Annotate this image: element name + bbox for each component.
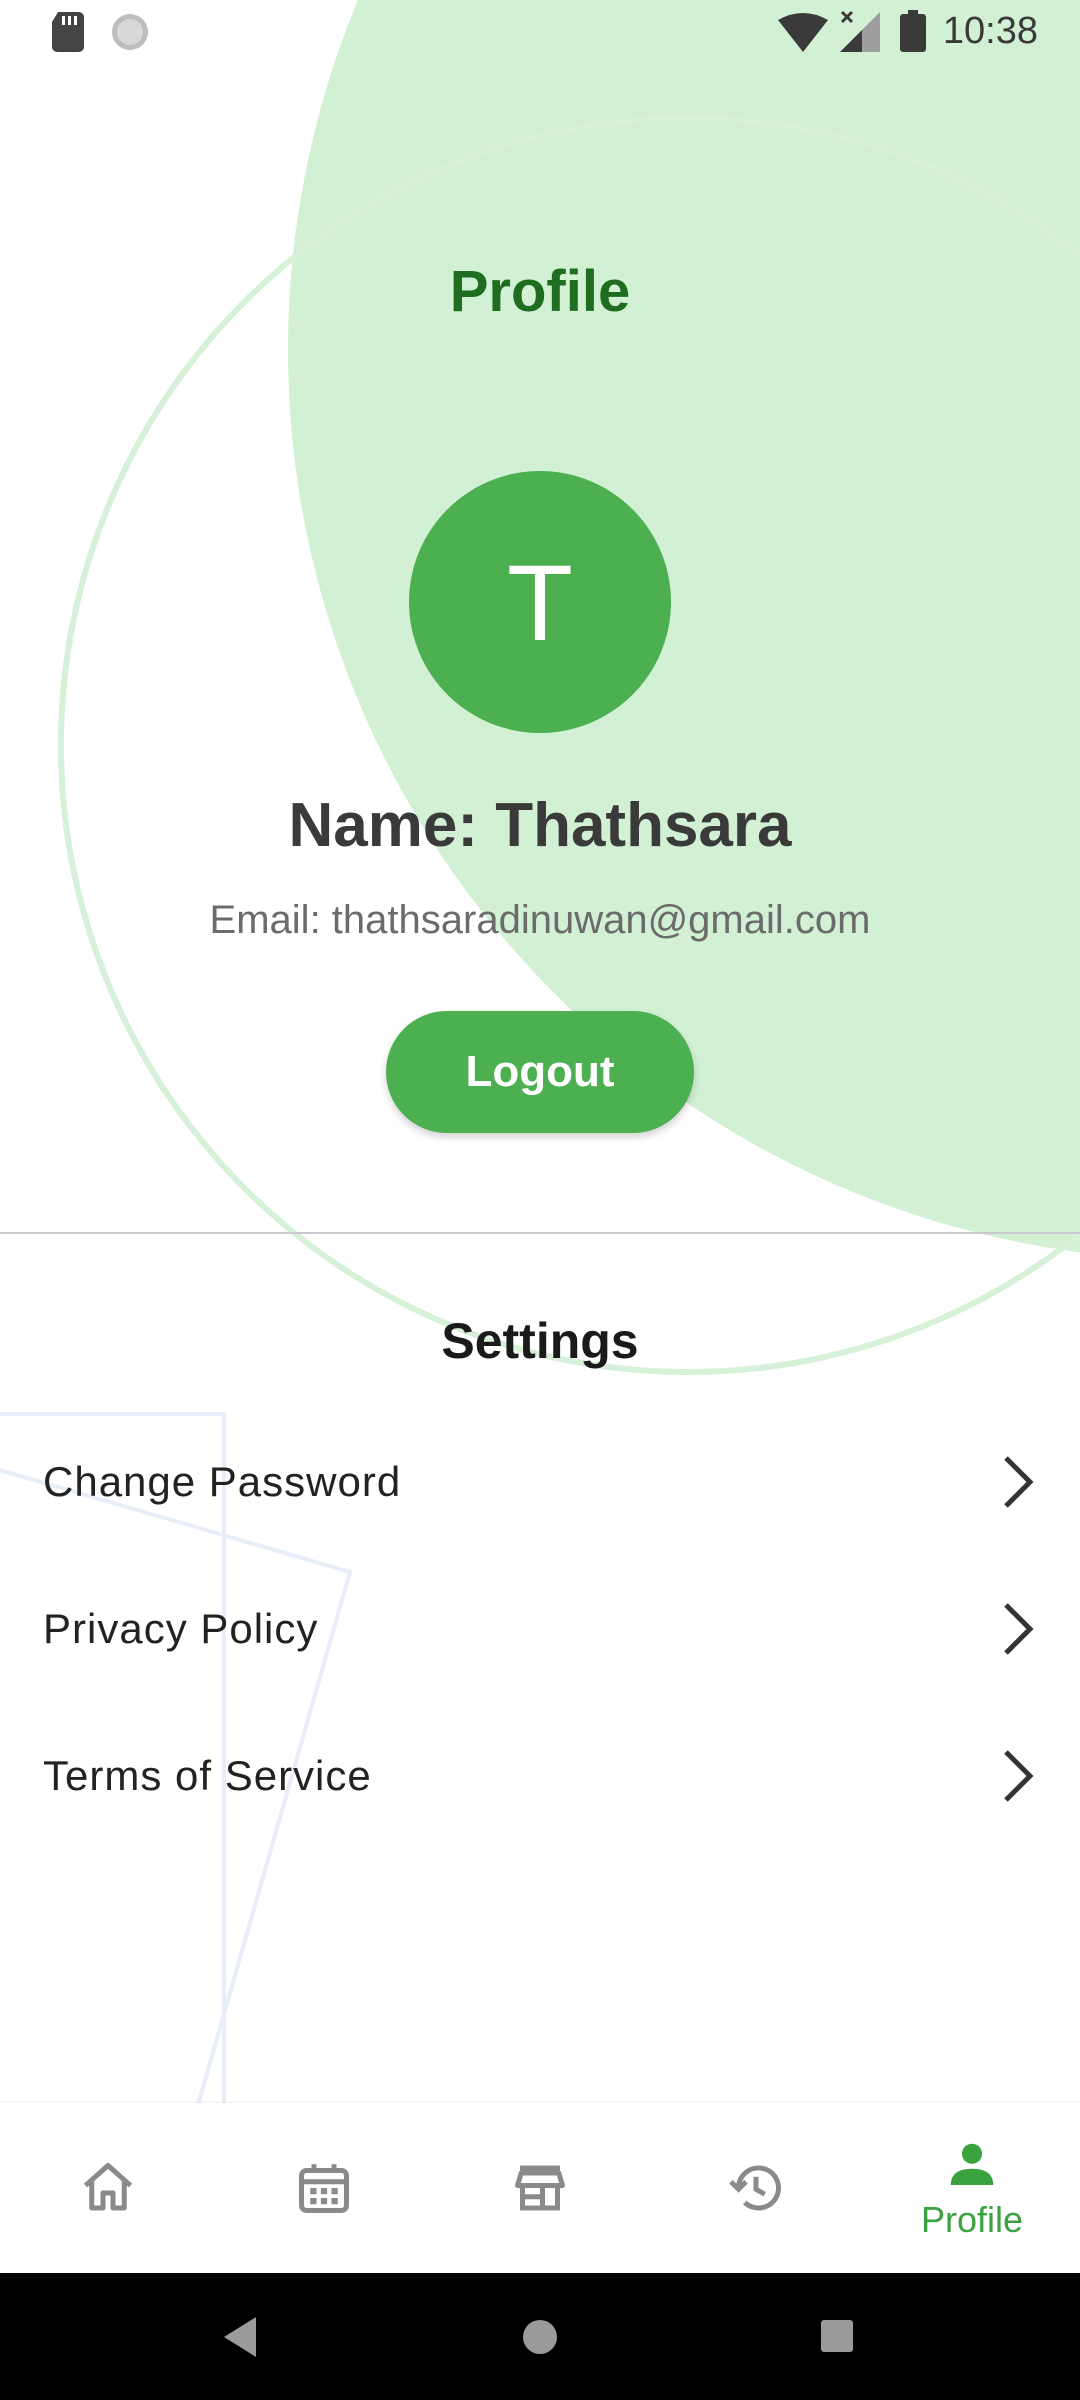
settings-item-terms-of-service[interactable]: Terms of Service (0, 1703, 1080, 1849)
settings-item-privacy-policy[interactable]: Privacy Policy (0, 1556, 1080, 1702)
home-button-icon[interactable] (522, 2319, 558, 2355)
user-email: Email: thathsaradinuwan@gmail.com (209, 898, 871, 942)
user-name: Name: Thathsara (288, 791, 792, 860)
recents-icon[interactable] (820, 2319, 854, 2353)
settings-title: Settings (441, 1313, 639, 1369)
section-divider (0, 1232, 1080, 1234)
loading-icon (112, 14, 148, 50)
avatar: T (409, 471, 671, 733)
battery-icon (900, 10, 926, 52)
wifi-icon (778, 13, 828, 52)
bottom-nav: Profile (0, 2103, 1080, 2273)
status-bar: 10:38 (0, 0, 1080, 64)
person-icon (950, 2143, 994, 2185)
nav-item-history[interactable] (648, 2103, 864, 2273)
calendar-icon (299, 2164, 349, 2213)
system-nav-bar (0, 2273, 1080, 2400)
history-icon (729, 2165, 781, 2211)
home-icon (83, 2163, 133, 2211)
settings-item-change-password[interactable]: Change Password (0, 1409, 1080, 1555)
sd-card-icon (52, 12, 84, 52)
nav-item-home[interactable] (0, 2103, 216, 2273)
chevron-right-icon (1004, 1456, 1034, 1508)
nav-item-label: Profile (920, 2199, 1024, 2240)
status-time: 10:38 (942, 10, 1038, 52)
chevron-right-icon (1004, 1603, 1034, 1655)
nav-item-profile[interactable]: Profile (864, 2103, 1080, 2273)
settings-item-label: Terms of Service (43, 1752, 372, 1799)
logout-button[interactable]: Logout (386, 1011, 694, 1133)
settings-item-label: Change Password (43, 1458, 402, 1505)
back-icon[interactable] (220, 2315, 260, 2359)
store-icon (515, 2165, 565, 2211)
settings-item-label: Privacy Policy (43, 1605, 319, 1652)
nav-item-store[interactable] (432, 2103, 648, 2273)
nav-item-calendar[interactable] (216, 2103, 432, 2273)
signal-icon (840, 10, 880, 52)
chevron-right-icon (1004, 1750, 1034, 1802)
page-title: Profile (449, 259, 631, 324)
